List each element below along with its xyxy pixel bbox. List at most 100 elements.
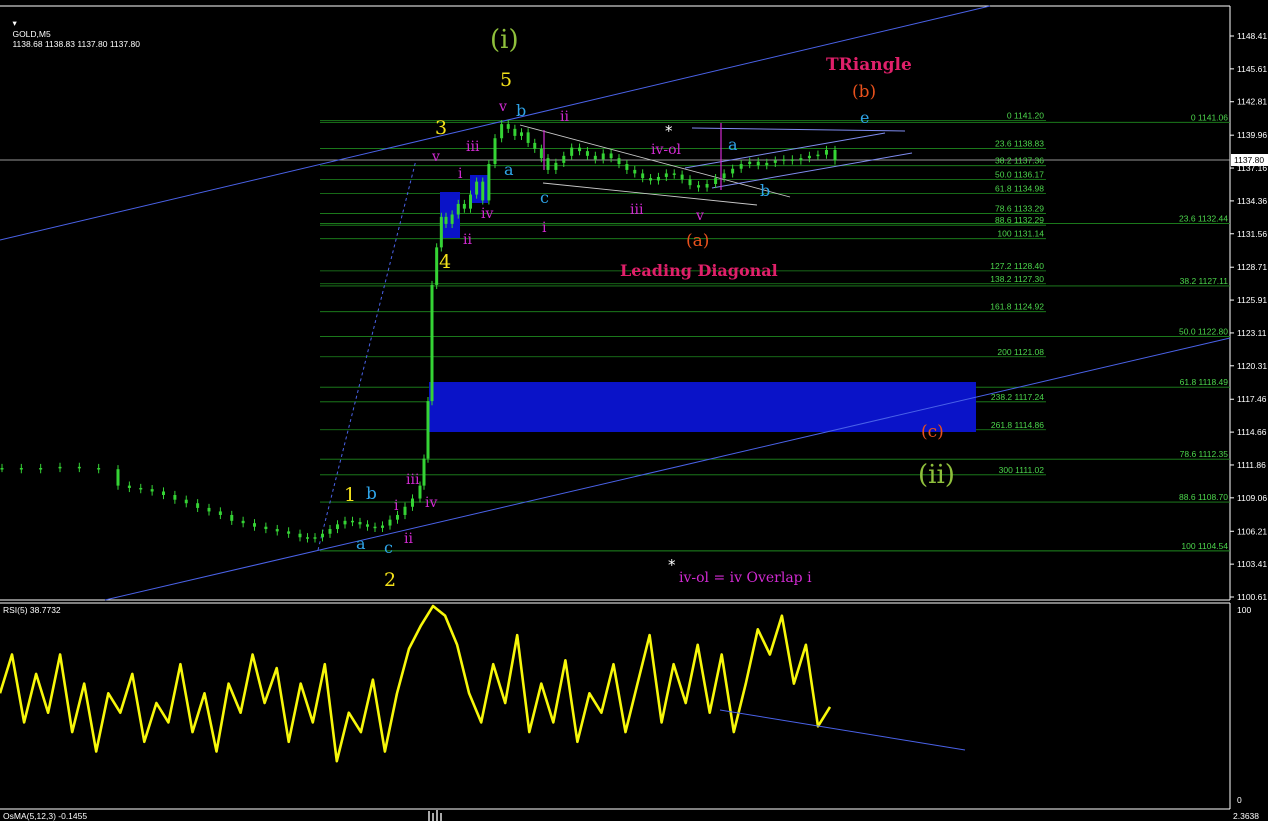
candle-body [722,173,726,179]
chart-window[interactable]: ▾ GOLD,M5 1138.68 1138.83 1137.80 1137.8… [0,0,1268,821]
candle-body [641,173,645,179]
candle-body [481,181,485,201]
candle-body [469,194,472,209]
candle-body [790,159,794,161]
candle-body [807,155,811,159]
fib-label-small: 61.8 1134.98 [995,184,1044,194]
candle-body [77,466,81,469]
fib-label-small: 238.2 1117.24 [991,392,1044,402]
candle-body [554,162,558,170]
wave-label-c-low: c [384,538,393,557]
fib-label-small: 88.6 1132.29 [995,215,1044,225]
candle-body [697,185,701,188]
candle-body [593,155,597,160]
candle-body [500,124,504,139]
candle-body [264,526,268,530]
candle-body [328,529,332,534]
candle-body [253,523,256,527]
candle-body [58,466,62,469]
iv-ol-label: iv-ol [651,142,682,158]
rsi-label: RSI(5) 38.7732 [3,605,61,615]
candle-body [633,169,637,174]
osma-bar-3 [436,810,438,821]
candle-body [493,138,497,165]
candle-body [705,183,709,188]
wave-label-b-top: b [516,101,526,120]
wave-label-iv-upper: iv [481,206,493,222]
candle-body [358,522,362,525]
candle-body [388,519,392,526]
candle-body [207,507,211,512]
candle-body [617,158,621,165]
candle-body [739,164,743,169]
candle-body [411,498,414,507]
candle-body [298,533,302,538]
fib-label-small: 38.2 1137.36 [995,156,1044,166]
fib-label-small: 161.8 1124.92 [990,302,1044,312]
wave-label-a-low: a [356,534,366,553]
price-tick-label: 1109.06 [1237,493,1267,503]
candle-body [287,531,291,534]
price-tick-label: 1103.41 [1237,559,1267,569]
iv-ol-note: iv-ol = iv Overlap i [679,570,812,586]
fib-label-small: 127.2 1128.40 [990,261,1044,271]
osma-bar-4 [440,813,442,821]
candle-body [756,161,760,166]
candle-body [218,511,222,515]
zone-small-1 [440,192,460,238]
wave-label-2: 2 [384,569,396,591]
rsi-max-label: 100 [1237,605,1251,615]
star-marker-top: * [665,122,673,140]
fib-label-small: 300 1111.02 [999,465,1045,475]
price-tick-label: 1142.81 [1237,97,1267,107]
wave-label-ii-low: ii [404,531,413,547]
osma-label: OsMA(5,12,3) -0.1455 [3,811,88,821]
price-tick-label: 1145.61 [1237,64,1267,74]
wave-label-ii-top: ii [560,109,569,125]
support-zone [429,382,976,432]
wave-label-i-lower: i [542,220,547,236]
wave-label-4: 4 [439,251,451,273]
candle-body [435,247,439,285]
candle-body [680,174,684,180]
wave-label-ii-major: (ii) [918,460,955,490]
wave-label-ii-upper: ii [463,232,472,248]
fib-label-small: 261.8 1114.86 [991,420,1044,430]
candle-body [539,148,543,159]
candle-body [816,154,820,157]
candle-body [714,178,718,184]
fib-label-small: 100 1131.14 [997,229,1044,239]
candle-body [546,158,550,170]
candle-body [430,284,434,402]
zone-small-2 [470,175,488,203]
candle-body [731,168,735,174]
candle-body [585,151,589,156]
candle-body [196,503,200,508]
candle-body [625,164,629,170]
candle-body [351,520,354,523]
candle-body [824,149,828,155]
star-marker-bottom: * [668,556,676,574]
candle-body [782,159,786,161]
fib-label-large: 38.2 1127.11 [1180,276,1229,286]
candle-body [462,203,466,209]
triangle-top-line [691,127,906,132]
price-axis: 1148.411145.611142.811139.961137.161134.… [1230,31,1267,602]
candle-body [664,173,668,177]
candle-body [426,401,430,459]
price-chart[interactable]: 1148.411145.611142.811139.961137.161134.… [0,0,1268,821]
fib-label-large: 0 1141.06 [1191,112,1228,122]
candle-body [396,514,399,520]
osma-bar-1 [428,811,430,821]
fib-label-small: 78.6 1133.29 [995,203,1044,213]
wave-label-iii-low: iii [406,472,420,488]
wave-label-iii-diag: iii [630,202,644,218]
candle-body [19,468,23,470]
candle-body [343,520,347,525]
candle-body [526,132,530,143]
rsi-series-line [0,604,832,763]
candle-body [162,491,165,496]
candle-body [609,153,613,159]
fib-label-small: 50.0 1136.17 [995,170,1044,180]
fib-label-large: 61.8 1118.49 [1180,377,1229,387]
